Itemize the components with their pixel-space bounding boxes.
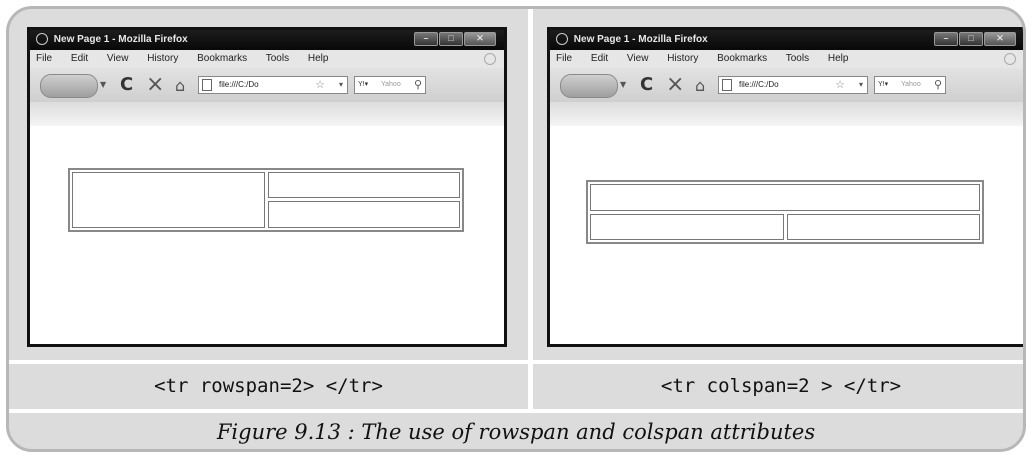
window-title: New Page 1 - Mozilla Firefox [53, 34, 188, 45]
search-icon[interactable]: ⚲ [414, 77, 422, 93]
menu-file[interactable]: File [36, 53, 52, 64]
table-cell [787, 214, 980, 240]
navigation-toolbar: ▼ C × ⌂ file:///C:/Do ☆ ▾ Y!▾ Yahoo ⚲ [550, 68, 1023, 102]
star-icon[interactable]: ☆ [315, 77, 325, 93]
panel-divider [528, 9, 533, 411]
page-content [550, 126, 1023, 344]
search-placeholder: Yahoo [901, 81, 921, 88]
search-box[interactable]: Y!▾ Yahoo ⚲ [874, 76, 946, 94]
search-icon[interactable]: ⚲ [934, 77, 942, 93]
maximize-icon[interactable]: □ [959, 32, 983, 46]
close-icon[interactable]: ✕ [984, 32, 1016, 46]
url-bar[interactable]: file:///C:/Do ☆ ▾ [718, 76, 868, 94]
url-text: file:///C:/Do [219, 80, 259, 89]
rowspan-table [68, 168, 464, 232]
menu-bar: File Edit View History Bookmarks Tools H… [550, 50, 1023, 68]
title-bar: New Page 1 - Mozilla Firefox – □ ✕ [30, 30, 504, 50]
tab-strip [550, 102, 1023, 126]
history-dropdown-icon[interactable]: ▼ [620, 80, 626, 89]
search-placeholder: Yahoo [381, 81, 401, 88]
gear-icon[interactable] [1004, 53, 1016, 65]
browser-window-right: New Page 1 - Mozilla Firefox – □ ✕ File … [547, 27, 1023, 347]
page-icon [722, 79, 732, 91]
menu-bookmarks[interactable]: Bookmarks [717, 53, 767, 64]
menu-edit[interactable]: Edit [591, 53, 608, 64]
stop-icon[interactable]: × [146, 72, 164, 97]
menu-file[interactable]: File [556, 53, 572, 64]
table-cell [268, 201, 460, 228]
close-icon[interactable]: ✕ [464, 32, 496, 46]
firefox-icon [556, 33, 568, 46]
menu-view[interactable]: View [107, 53, 129, 64]
minimize-icon[interactable]: – [414, 32, 438, 46]
back-forward-button[interactable] [40, 74, 98, 98]
colspan-table [586, 180, 984, 244]
maximize-icon[interactable]: □ [439, 32, 463, 46]
menu-view[interactable]: View [627, 53, 649, 64]
reload-icon[interactable]: C [120, 74, 133, 95]
menu-help[interactable]: Help [308, 53, 329, 64]
menu-help[interactable]: Help [828, 53, 849, 64]
menu-tools[interactable]: Tools [786, 53, 809, 64]
rowspan-caption: <tr rowspan=2> </tr> [154, 375, 383, 397]
firefox-icon [36, 33, 48, 46]
menu-tools[interactable]: Tools [266, 53, 289, 64]
search-box[interactable]: Y!▾ Yahoo ⚲ [354, 76, 426, 94]
url-dropdown-icon[interactable]: ▾ [859, 77, 863, 93]
page-content [30, 126, 504, 344]
gear-icon[interactable] [484, 53, 496, 65]
back-forward-button[interactable] [560, 74, 618, 98]
window-title: New Page 1 - Mozilla Firefox [573, 34, 708, 45]
history-dropdown-icon[interactable]: ▼ [100, 80, 106, 89]
menu-edit[interactable]: Edit [71, 53, 88, 64]
figure-frame: New Page 1 - Mozilla Firefox – □ ✕ File … [6, 6, 1026, 452]
title-bar: New Page 1 - Mozilla Firefox – □ ✕ [550, 30, 1023, 50]
home-icon[interactable]: ⌂ [695, 76, 705, 95]
star-icon[interactable]: ☆ [835, 77, 845, 93]
table-cell [268, 172, 460, 198]
search-engine-icon[interactable]: Y!▾ [358, 77, 368, 93]
reload-icon[interactable]: C [640, 74, 653, 95]
home-icon[interactable]: ⌂ [175, 76, 185, 95]
menu-history[interactable]: History [667, 53, 698, 64]
table-cell-spanning [72, 172, 265, 228]
url-dropdown-icon[interactable]: ▾ [339, 77, 343, 93]
tab-strip [30, 102, 504, 126]
menu-bookmarks[interactable]: Bookmarks [197, 53, 247, 64]
minimize-icon[interactable]: – [934, 32, 958, 46]
navigation-toolbar: ▼ C × ⌂ file:///C:/Do ☆ ▾ Y!▾ Yahoo ⚲ [30, 68, 504, 102]
figure-caption: Figure 9.13 : The use of rowspan and col… [216, 420, 816, 444]
page-icon [202, 79, 212, 91]
browser-window-left: New Page 1 - Mozilla Firefox – □ ✕ File … [27, 27, 507, 347]
menu-bar: File Edit View History Bookmarks Tools H… [30, 50, 504, 68]
table-cell [590, 214, 784, 240]
url-bar[interactable]: file:///C:/Do ☆ ▾ [198, 76, 348, 94]
table-cell-spanning [590, 184, 980, 211]
search-engine-icon[interactable]: Y!▾ [878, 77, 888, 93]
menu-history[interactable]: History [147, 53, 178, 64]
stop-icon[interactable]: × [666, 72, 684, 97]
url-text: file:///C:/Do [739, 80, 779, 89]
colspan-caption: <tr colspan=2 > </tr> [660, 375, 902, 397]
